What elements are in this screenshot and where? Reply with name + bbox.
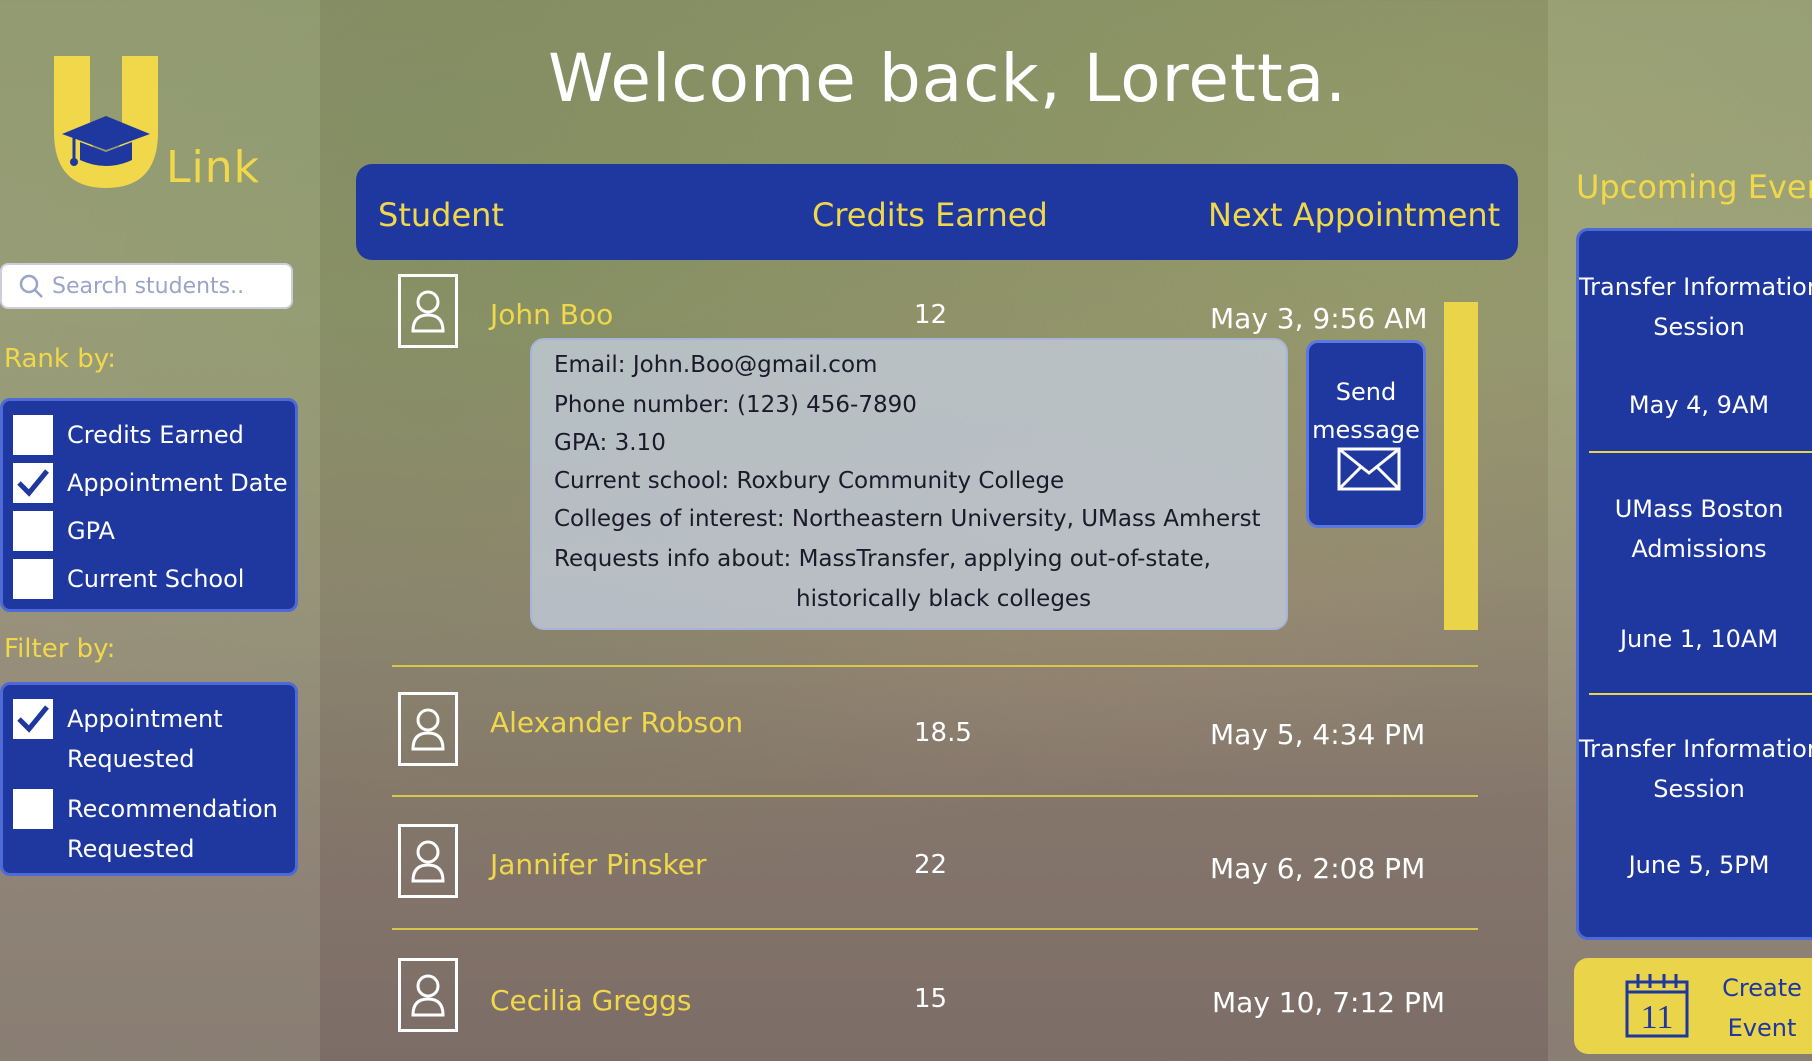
event-title: UMass Boston Admissions — [1614, 495, 1784, 563]
option-label: Recommendation Requested — [67, 795, 278, 863]
filter-option-recommendation-requested[interactable]: Recommendation Requested — [13, 789, 287, 869]
user-icon — [411, 708, 445, 751]
event-title: Transfer Information Session — [1579, 273, 1812, 341]
filter-by-label: Filter by: — [4, 634, 116, 664]
row-divider — [392, 665, 1478, 667]
filter-option-appointment-requested[interactable]: Appointment Requested — [13, 699, 287, 779]
event-date: June 5, 5PM — [1628, 851, 1770, 879]
student-table-header: Student Credits Earned Next Appointment — [356, 164, 1518, 260]
credits-earned: 12 — [914, 300, 948, 330]
event-date: June 1, 10AM — [1619, 625, 1779, 653]
detail-phone: Phone number: (123) 456-7890 — [554, 392, 917, 418]
option-label: Appointment Requested — [67, 705, 223, 773]
detail-gpa: GPA: 3.10 — [554, 430, 666, 456]
next-appointment: May 10, 7:12 PM — [1212, 986, 1446, 1019]
ulink-logo[interactable]: Link — [46, 52, 276, 202]
avatar — [398, 958, 458, 1032]
option-label: Credits Earned — [67, 421, 244, 449]
student-name[interactable]: Alexander Robson — [490, 706, 743, 739]
event-title: Transfer Information Session — [1579, 735, 1812, 803]
detail-requests-cont: historically black colleges — [796, 586, 1092, 612]
graduation-cap-u-icon — [54, 56, 158, 188]
user-icon — [411, 840, 445, 883]
envelope-icon — [1337, 447, 1401, 491]
event-date: May 4, 9AM — [1628, 391, 1770, 419]
send-label: Send message — [1312, 378, 1420, 444]
rank-option-credits[interactable]: Credits Earned — [13, 415, 244, 455]
svg-text:11: 11 — [1641, 999, 1674, 1036]
option-label: Appointment Date — [67, 469, 288, 497]
checkbox-checked[interactable] — [13, 699, 53, 739]
checkbox[interactable] — [13, 789, 53, 829]
search-bar[interactable] — [0, 263, 293, 309]
checkbox[interactable] — [13, 511, 53, 551]
column-header-next-appointment[interactable]: Next Appointment — [1208, 196, 1500, 234]
student-name[interactable]: John Boo — [490, 298, 613, 331]
avatar — [398, 274, 458, 348]
search-icon — [19, 274, 43, 298]
option-label: GPA — [67, 517, 115, 545]
detail-requests: Requests info about: MassTransfer, apply… — [554, 546, 1211, 572]
send-message-button[interactable]: Send message — [1306, 340, 1426, 528]
search-input[interactable] — [50, 272, 284, 300]
detail-school: Current school: Roxbury Community Colleg… — [554, 468, 1065, 494]
checkmark-icon — [17, 469, 49, 497]
student-details-card: Email: John.Boo@gmail.com Phone number: … — [530, 338, 1288, 630]
rank-by-panel: Credits Earned Appointment Date GPA Curr… — [0, 398, 298, 612]
next-appointment: May 6, 2:08 PM — [1210, 852, 1426, 885]
welcome-heading: Welcome back, Loretta. — [548, 40, 1348, 117]
details-scrollbar[interactable] — [1444, 302, 1478, 630]
filter-by-panel: Appointment Requested Recommendation Req… — [0, 682, 298, 876]
upcoming-events-panel[interactable]: Transfer Information Session May 4, 9AM U… — [1576, 228, 1812, 940]
checkbox[interactable] — [13, 415, 53, 455]
rank-option-current-school[interactable]: Current School — [13, 559, 244, 599]
credits-earned: 22 — [914, 850, 948, 880]
row-divider — [392, 928, 1478, 930]
create-event-label: Create Event — [1722, 974, 1802, 1042]
avatar — [398, 824, 458, 898]
next-appointment: May 3, 9:56 AM — [1210, 302, 1428, 335]
credits-earned: 18.5 — [914, 718, 972, 748]
detail-colleges-of-interest: Colleges of interest: Northeastern Unive… — [554, 506, 1261, 532]
rank-option-appointment-date[interactable]: Appointment Date — [13, 463, 288, 503]
user-icon — [411, 290, 445, 333]
rank-by-label: Rank by: — [4, 344, 116, 374]
next-appointment: May 5, 4:34 PM — [1210, 718, 1426, 751]
column-header-student[interactable]: Student — [378, 196, 504, 234]
student-name[interactable]: Cecilia Greggs — [490, 984, 692, 1017]
row-divider — [392, 795, 1478, 797]
calendar-icon: 11 — [1625, 974, 1689, 1038]
checkbox-checked[interactable] — [13, 463, 53, 503]
checkmark-icon — [17, 705, 49, 733]
student-name[interactable]: Jannifer Pinsker — [490, 848, 707, 881]
detail-email[interactable]: Email: John.Boo@gmail.com — [554, 352, 877, 378]
upcoming-events-title: Upcoming Events — [1576, 168, 1812, 206]
create-event-button[interactable]: 11 Create Event — [1574, 958, 1812, 1054]
checkbox[interactable] — [13, 559, 53, 599]
event-divider — [1589, 451, 1812, 453]
credits-earned: 15 — [914, 984, 948, 1014]
logo-text: Link — [166, 142, 261, 193]
avatar — [398, 692, 458, 766]
user-icon — [411, 974, 445, 1017]
column-header-credits[interactable]: Credits Earned — [812, 196, 1048, 234]
event-divider — [1589, 693, 1812, 695]
option-label: Current School — [67, 565, 245, 593]
rank-option-gpa[interactable]: GPA — [13, 511, 115, 551]
